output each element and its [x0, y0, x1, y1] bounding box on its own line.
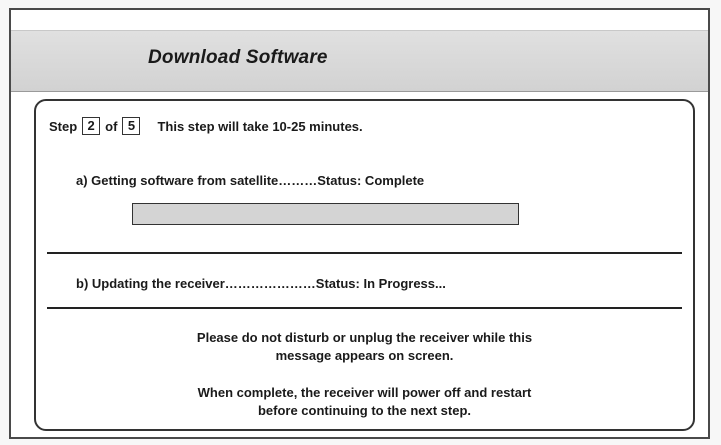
divider-top [47, 252, 682, 254]
warning-line-1: Please do not disturb or unplug the rece… [196, 330, 533, 345]
divider-bottom [47, 307, 682, 309]
step-of-label: of [105, 118, 118, 134]
completion-line-2: before continuing to the next step. [257, 403, 472, 418]
completion-line-1: When complete, the receiver will power o… [197, 385, 532, 400]
content-panel: Step 2 of 5 This step will take 10-25 mi… [34, 99, 695, 431]
dialog-title: Download Software [148, 47, 328, 68]
completion-message: When complete, the receiver will power o… [36, 384, 693, 420]
total-steps-box: 5 [122, 117, 141, 135]
step-duration-text: This step will take 10-25 minutes. [157, 118, 363, 134]
step-indicator: Step 2 of 5 This step will take 10-25 mi… [49, 117, 363, 135]
download-progress-fill [133, 204, 518, 224]
task-update-receiver: b) Updating the receiver…………………Status: I… [76, 276, 446, 291]
dialog-frame: Download Software Step 2 of 5 This step … [9, 8, 710, 439]
warning-line-2: message appears on screen. [275, 348, 454, 363]
warning-message: Please do not disturb or unplug the rece… [36, 329, 693, 365]
current-step-box: 2 [82, 117, 101, 135]
task-satellite-download: a) Getting software from satellite………Sta… [76, 173, 425, 188]
download-progress-bar [132, 203, 519, 225]
header-band: Download Software [11, 30, 708, 92]
step-label: Step [49, 118, 78, 134]
